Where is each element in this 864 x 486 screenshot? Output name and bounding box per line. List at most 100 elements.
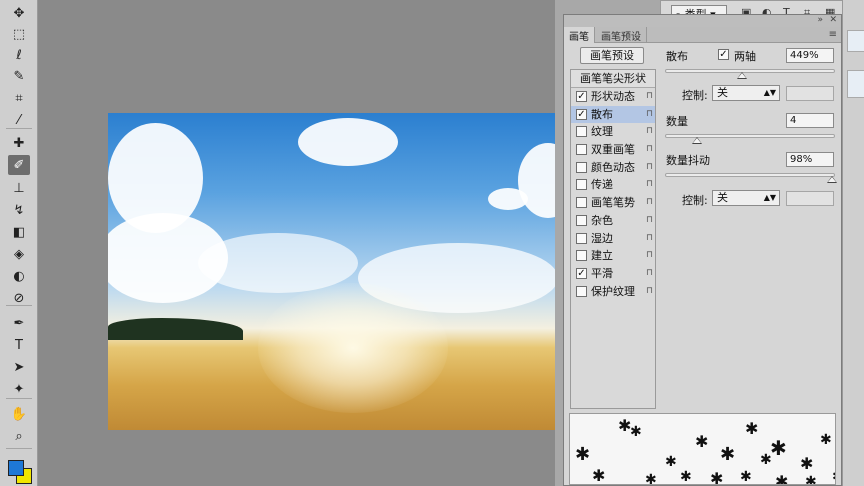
maple-leaf-icon: ✱ bbox=[775, 472, 789, 485]
brush-setting-item[interactable]: 传递 ⊓ bbox=[571, 176, 655, 194]
lock-icon[interactable]: ⊓ bbox=[646, 176, 653, 194]
brush-icon[interactable]: ✐ bbox=[8, 155, 30, 175]
path-select-icon[interactable]: ➤ bbox=[8, 357, 30, 377]
marquee-icon[interactable]: ⬚ bbox=[8, 24, 30, 44]
eyedropper-icon[interactable]: ⁄ bbox=[8, 110, 30, 130]
lock-icon[interactable]: ⊓ bbox=[646, 141, 653, 159]
brush-setting-item[interactable]: 纹理 ⊓ bbox=[571, 123, 655, 141]
both-axes-label: 两轴 bbox=[734, 50, 756, 63]
lock-icon[interactable]: ⊓ bbox=[646, 106, 653, 124]
brush-stroke-preview: ✱✱✱✱✱✱✱✱✱✱✱✱✱✱✱✱✱✱✱ bbox=[569, 413, 836, 485]
type-icon[interactable]: T bbox=[8, 335, 30, 355]
lock-icon[interactable]: ⊓ bbox=[646, 123, 653, 141]
toolbar-divider bbox=[6, 398, 32, 399]
scatter-control-select[interactable]: 关 ▲▼ bbox=[712, 85, 780, 101]
maple-leaf-icon: ✱ bbox=[720, 444, 736, 465]
dock-thumbnail[interactable] bbox=[847, 70, 864, 98]
toolbar-divider bbox=[6, 305, 32, 306]
lock-icon[interactable]: ⊓ bbox=[646, 283, 653, 301]
setting-checkbox[interactable] bbox=[576, 126, 587, 138]
count-slider-thumb[interactable] bbox=[692, 137, 703, 144]
brush-setting-item[interactable]: 画笔笔势 ⊓ bbox=[571, 194, 655, 212]
tab-brush[interactable]: 画笔 bbox=[564, 27, 595, 43]
count-jitter-slider-thumb[interactable] bbox=[826, 176, 837, 183]
brush-setting-item[interactable]: 湿边 ⊓ bbox=[571, 230, 655, 248]
foreground-color-swatch[interactable] bbox=[8, 460, 24, 476]
dropdown-arrow-icon: ▲▼ bbox=[763, 88, 776, 97]
clone-stamp-icon[interactable]: ⊥ bbox=[8, 178, 30, 198]
brush-setting-item[interactable]: 保护纹理 ⊓ bbox=[571, 283, 655, 301]
history-brush-icon[interactable]: ↯ bbox=[8, 200, 30, 220]
pen-icon[interactable]: ✒ bbox=[8, 313, 30, 333]
brush-setting-item[interactable]: ✓ 平滑 ⊓ bbox=[571, 265, 655, 283]
setting-checkbox[interactable] bbox=[576, 179, 587, 191]
lock-icon[interactable]: ⊓ bbox=[646, 159, 653, 177]
lasso-icon[interactable]: ℓ bbox=[8, 45, 30, 65]
scatter-slider-thumb[interactable] bbox=[736, 72, 747, 79]
brush-setting-item[interactable]: 双重画笔 ⊓ bbox=[571, 141, 655, 159]
setting-checkbox[interactable]: ✓ bbox=[576, 91, 587, 102]
brush-settings-items: ✓ 形状动态 ⊓ ✓ 散布 ⊓ 纹理 ⊓ 双重画笔 ⊓ 颜色动态 ⊓ 传递 ⊓ 画笔笔势 ⊓ 杂色 ⊓ 湿边 ⊓ 建立 ⊓… bbox=[571, 88, 655, 300]
quick-select-icon[interactable]: ✎ bbox=[8, 66, 30, 86]
setting-checkbox[interactable]: ✓ bbox=[576, 108, 587, 120]
count-value-field[interactable]: 4 bbox=[786, 113, 834, 128]
document-canvas[interactable] bbox=[108, 113, 563, 430]
lock-icon[interactable]: ⊓ bbox=[646, 194, 653, 212]
setting-checkbox[interactable] bbox=[576, 161, 587, 173]
scatter-label: 散布 bbox=[666, 50, 688, 63]
setting-checkbox[interactable] bbox=[576, 232, 587, 244]
crop-icon[interactable]: ⌗ bbox=[8, 88, 30, 108]
blur-icon[interactable]: ◐ bbox=[8, 266, 30, 286]
lock-icon[interactable]: ⊓ bbox=[646, 88, 653, 106]
setting-label: 湿边 bbox=[591, 231, 613, 245]
jitter-control-select[interactable]: 关 ▲▼ bbox=[712, 190, 780, 206]
scatter-value-field[interactable]: 449% bbox=[786, 48, 834, 63]
setting-label: 纹理 bbox=[591, 125, 613, 139]
toolbar-divider bbox=[6, 448, 32, 449]
panel-menu-icon[interactable]: ≡ bbox=[829, 29, 837, 40]
brush-presets-button[interactable]: 画笔预设 bbox=[580, 47, 644, 64]
zoom-icon[interactable]: ⌕ bbox=[8, 426, 30, 446]
lock-icon[interactable]: ⊓ bbox=[646, 230, 653, 248]
cloud bbox=[298, 118, 398, 166]
setting-label: 保护纹理 bbox=[591, 284, 635, 298]
panel-titlebar[interactable]: » ✕ bbox=[564, 15, 841, 27]
setting-checkbox[interactable] bbox=[576, 214, 587, 226]
move-icon[interactable]: ✥ bbox=[8, 3, 30, 23]
setting-checkbox[interactable] bbox=[576, 197, 587, 209]
count-jitter-slider-track[interactable] bbox=[665, 173, 835, 177]
lock-icon[interactable]: ⊓ bbox=[646, 247, 653, 265]
count-slider-track[interactable] bbox=[665, 134, 835, 138]
brush-setting-item[interactable]: 建立 ⊓ bbox=[571, 247, 655, 265]
lock-icon[interactable]: ⊓ bbox=[646, 212, 653, 230]
paint-bucket-icon[interactable]: ◈ bbox=[8, 244, 30, 264]
jitter-control-field bbox=[786, 191, 834, 206]
scatter-slider-track[interactable] bbox=[665, 69, 835, 73]
maple-leaf-icon: ✱ bbox=[820, 432, 832, 448]
healing-brush-icon[interactable]: ✚ bbox=[8, 133, 30, 153]
sun-glow bbox=[258, 283, 448, 413]
setting-checkbox[interactable] bbox=[576, 250, 587, 262]
setting-checkbox[interactable]: ✓ bbox=[576, 267, 587, 279]
lock-icon[interactable]: ⊓ bbox=[646, 265, 653, 283]
brush-setting-item[interactable]: 杂色 ⊓ bbox=[571, 212, 655, 230]
collapse-icon[interactable]: » bbox=[817, 15, 823, 25]
setting-checkbox[interactable] bbox=[576, 144, 587, 156]
tab-brush-presets[interactable]: 画笔预设 bbox=[596, 27, 647, 43]
brush-setting-item[interactable]: 颜色动态 ⊓ bbox=[571, 159, 655, 177]
close-icon[interactable]: ✕ bbox=[829, 15, 837, 25]
eraser-icon[interactable]: ◧ bbox=[8, 222, 30, 242]
count-jitter-value-field[interactable]: 98% bbox=[786, 152, 834, 167]
setting-checkbox[interactable] bbox=[576, 285, 587, 297]
both-axes-checkbox[interactable]: ✓ bbox=[718, 49, 729, 60]
setting-label: 颜色动态 bbox=[591, 160, 635, 174]
brush-tip-shape-item[interactable]: 画笔笔尖形状 bbox=[571, 70, 655, 88]
hand-icon[interactable]: ✋ bbox=[8, 404, 30, 424]
shape-icon[interactable]: ✦ bbox=[8, 379, 30, 399]
brush-setting-item[interactable]: ✓ 形状动态 ⊓ bbox=[571, 88, 655, 106]
maple-leaf-icon: ✱ bbox=[592, 466, 606, 485]
dock-thumbnail[interactable] bbox=[847, 30, 864, 52]
maple-leaf-icon: ✱ bbox=[740, 469, 752, 485]
brush-setting-item[interactable]: ✓ 散布 ⊓ bbox=[571, 105, 655, 124]
toolbar-divider bbox=[6, 128, 32, 129]
